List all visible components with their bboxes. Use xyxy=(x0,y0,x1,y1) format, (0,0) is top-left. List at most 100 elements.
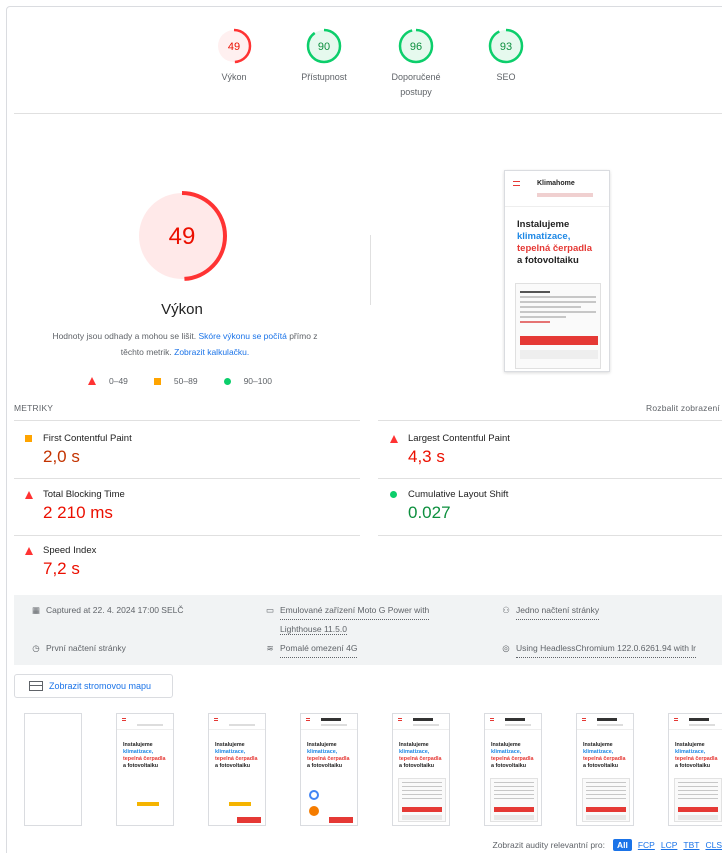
film-3-line-1: Instalujeme xyxy=(215,742,245,748)
film-6-line-4: a fotovoltaiku xyxy=(491,763,527,769)
info-device[interactable]: ▭ Emulované zařízení Moto G Power with Li… xyxy=(264,601,430,638)
legend-pass-label: 90–100 xyxy=(243,376,272,386)
metric-fcp: First Contentful Paint 2,0 s xyxy=(23,433,353,467)
legend-average: 50–89 xyxy=(153,376,198,386)
metric-cls-value: 0.027 xyxy=(408,503,451,522)
metrics-divider-right xyxy=(378,420,722,421)
film-8-line-2: klimatizace, xyxy=(675,749,706,755)
metric-si: Speed Index 7,2 s xyxy=(23,545,353,579)
film-7-line-2: klimatizace, xyxy=(583,749,614,755)
metric-cls: Cumulative Layout Shift 0.027 xyxy=(388,489,718,523)
metric-lcp: Largest Contentful Paint 4,3 s xyxy=(388,433,718,467)
info-single-load-text: Jedno načtení stránky xyxy=(516,601,600,620)
gauge-best-practices-ring: 96 xyxy=(398,28,434,64)
preview-line-4: a fotovoltaiku xyxy=(517,255,579,266)
filter-cls-button[interactable]: CLS xyxy=(705,840,722,850)
film-7-line-4: a fotovoltaiku xyxy=(583,763,619,769)
metrics-heading: METRIKY xyxy=(14,403,54,413)
legend-fail: 0–49 xyxy=(88,376,128,386)
calculator-link[interactable]: Zobrazit kalkulačku. xyxy=(174,347,249,357)
google-badge-icon xyxy=(309,790,319,800)
info-browser[interactable]: ◎ Using HeadlessChromium 122.0.6261.94 wi… xyxy=(500,639,697,658)
fail-triangle-icon xyxy=(24,546,33,555)
film-8-line-4: a fotovoltaiku xyxy=(675,763,711,769)
filmstrip-frame-2: Instalujeme klimatizace, tepelná čerpadl… xyxy=(116,713,174,826)
metric-lcp-value: 4,3 s xyxy=(408,447,445,466)
view-treemap-button[interactable]: Zobrazit stromovou mapu xyxy=(14,674,173,698)
film-6-line-1: Instalujeme xyxy=(491,742,521,748)
expand-view-toggle[interactable]: Rozbalit zobrazení xyxy=(646,403,720,413)
metric-tbt-name: Total Blocking Time xyxy=(43,489,125,500)
preview-cookie-dialog xyxy=(515,283,601,369)
info-single-load[interactable]: ⚇ Jedno načtení stránky xyxy=(500,601,600,620)
film-4-line-1: Instalujeme xyxy=(307,742,337,748)
metric-si-name: Speed Index xyxy=(43,545,97,556)
gauge-performance[interactable]: 49 Výkon xyxy=(194,28,274,85)
film-2-line-3: tepelná čerpadla xyxy=(123,756,166,762)
gauge-performance-label: Výkon xyxy=(221,72,247,82)
performance-title: Výkon xyxy=(161,301,203,318)
metric-tbt-value: 2 210 ms xyxy=(43,503,113,522)
filmstrip-frame-3: Instalujeme klimatizace, tepelná čerpadl… xyxy=(208,713,266,826)
film-4-line-2: klimatizace, xyxy=(307,749,338,755)
gauge-accessibility-value: 90 xyxy=(318,41,330,53)
audit-filter: Zobrazit audity relevantní pro: All FCP … xyxy=(493,839,722,851)
info-initial-load-text: První načtení stránky xyxy=(46,643,126,653)
legend-pass: 90–100 xyxy=(223,376,272,386)
final-screenshot[interactable]: Klimahome Instalujeme klimatizace, tepel… xyxy=(504,170,610,372)
film-2-line-1: Instalujeme xyxy=(123,742,153,748)
single-load-icon: ⚇ xyxy=(502,605,510,615)
filter-fcp-button[interactable]: FCP xyxy=(638,840,655,850)
film-2-line-2: klimatizace, xyxy=(123,749,154,755)
preview-line-2: klimatizace, xyxy=(517,231,571,242)
filter-all-button[interactable]: All xyxy=(612,839,632,851)
legend-average-label: 50–89 xyxy=(173,376,198,386)
preview-header: Klimahome xyxy=(505,171,609,207)
performance-big-gauge: 49 xyxy=(137,191,227,281)
info-browser-text: Using HeadlessChromium 122.0.6261.94 wit… xyxy=(516,639,697,658)
gauge-seo-ring: 93 xyxy=(488,28,524,64)
metrics-divider-right-3 xyxy=(378,535,722,536)
film-8-line-3: tepelná čerpadla xyxy=(675,756,718,762)
score-calculation-link[interactable]: Skóre výkonu se počítá xyxy=(198,331,286,341)
gauge-best-practices[interactable]: 96 Doporučené postupy xyxy=(376,28,456,100)
fail-triangle-icon xyxy=(389,434,398,443)
gauge-accessibility-ring: 90 xyxy=(306,28,342,64)
film-3-line-3: tepelná čerpadla xyxy=(215,756,258,762)
metric-tbt: Total Blocking Time 2 210 ms xyxy=(23,489,353,523)
score-legend: 0–49 50–89 90–100 xyxy=(88,376,298,386)
metric-fcp-value: 2,0 s xyxy=(43,447,80,466)
metrics-divider-right-2 xyxy=(378,478,722,479)
gauge-performance-ring: 49 xyxy=(216,28,252,64)
gauge-accessibility[interactable]: 90 Přístupnost xyxy=(284,28,364,85)
preview-line-3: tepelná čerpadla xyxy=(517,243,592,254)
preview-phone-bar xyxy=(537,193,593,197)
info-captured-text: Captured at 22. 4. 2024 17:00 SELČ xyxy=(46,605,184,615)
filmstrip-frame-1 xyxy=(24,713,82,826)
vertical-separator xyxy=(370,235,371,305)
info-throttling[interactable]: ≋ Pomalé omezení 4G xyxy=(264,639,358,658)
preview-hero: Instalujeme klimatizace, tepelná čerpadl… xyxy=(505,207,609,267)
gauge-seo[interactable]: 93 SEO xyxy=(466,28,546,85)
gauge-seo-value: 93 xyxy=(500,41,512,53)
film-7-line-1: Instalujeme xyxy=(583,742,613,748)
performance-score-value: 49 xyxy=(169,223,196,250)
chrome-icon: ◎ xyxy=(502,643,510,653)
info-throttling-text: Pomalé omezení 4G xyxy=(280,639,358,658)
gauge-seo-label: SEO xyxy=(496,72,516,82)
performance-description: Hodnoty jsou odhady a mohou se lišit. Sk… xyxy=(40,328,330,360)
pass-circle-icon xyxy=(223,377,231,385)
timer-icon: ◷ xyxy=(32,643,40,653)
filmstrip-frame-8: Instalujeme klimatizace, tepelná čerpadl… xyxy=(668,713,722,826)
filmstrip-frame-6: Instalujeme klimatizace, tepelná čerpadl… xyxy=(484,713,542,826)
view-treemap-label: Zobrazit stromovou mapu xyxy=(49,681,152,691)
filter-tbt-button[interactable]: TBT xyxy=(683,840,699,850)
average-square-icon xyxy=(25,435,32,442)
pass-circle-icon xyxy=(390,491,397,498)
filter-lcp-button[interactable]: LCP xyxy=(661,840,678,850)
preview-accept-button xyxy=(520,336,598,345)
film-5-line-3: tepelná čerpadla xyxy=(399,756,442,762)
preview-brand: Klimahome xyxy=(537,180,575,187)
fail-triangle-icon xyxy=(88,377,96,385)
gauge-best-practices-value: 96 xyxy=(410,41,422,53)
